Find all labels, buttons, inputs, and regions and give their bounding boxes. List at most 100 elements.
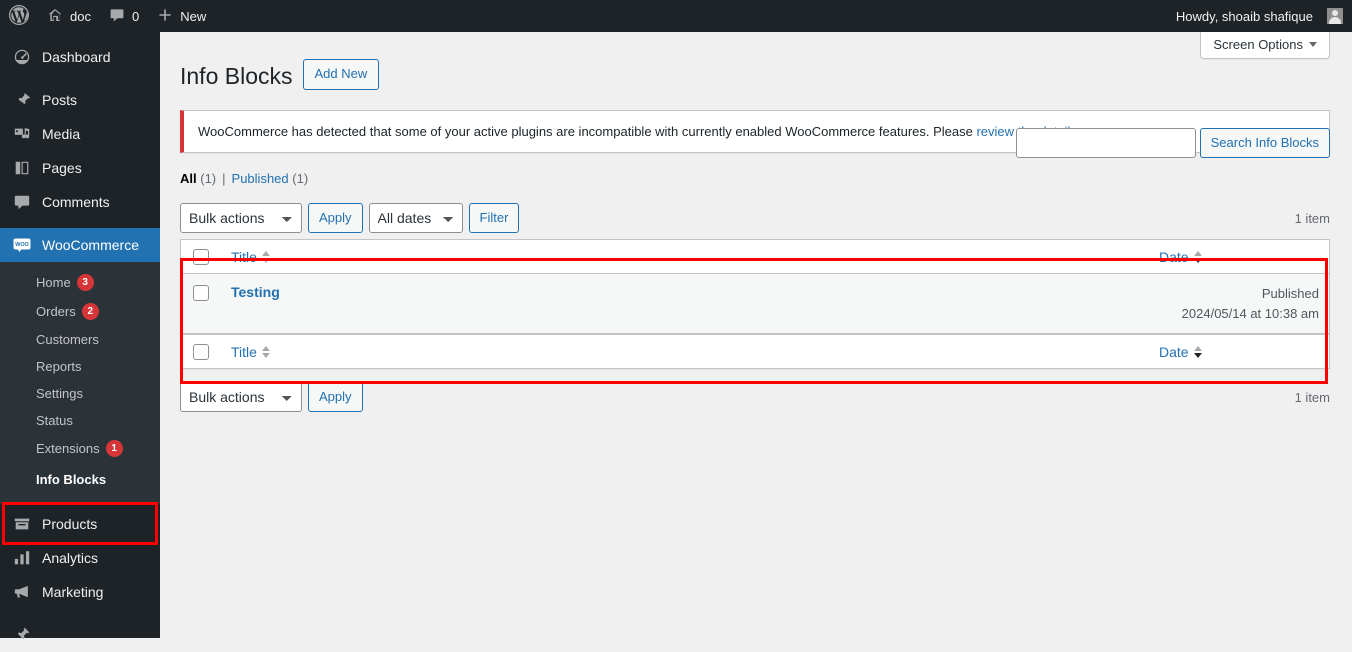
arrow-up-icon (261, 250, 270, 256)
sidebar-item-label: Media (42, 126, 81, 142)
orders-badge-count: 2 (81, 303, 99, 320)
sidebar-item-products[interactable]: Products (0, 507, 160, 541)
page-title: Info Blocks (180, 63, 293, 89)
page-wrap: Info Blocks Add New WooCommerce has dete… (160, 32, 1352, 413)
wordpress-logo-menu[interactable] (0, 0, 38, 32)
sidebar-item-dashboard[interactable]: Dashboard (0, 40, 160, 74)
screen-options-button[interactable]: Screen Options (1200, 32, 1330, 59)
my-account-menu[interactable]: Howdy, shoaib shafique (1167, 0, 1352, 32)
site-name-label: doc (70, 8, 91, 24)
howdy-label: Howdy, shoaib shafique (1175, 8, 1313, 24)
sidebar-subitem-reports[interactable]: Reports (0, 353, 160, 380)
sort-by-title-top[interactable]: Title (231, 249, 270, 265)
row-checkbox[interactable] (193, 285, 209, 302)
sidebar-item-woocommerce[interactable]: WOO WooCommerce (0, 228, 168, 262)
sort-arrows-icon (261, 345, 270, 358)
filter-all-link[interactable]: All (180, 171, 197, 186)
sidebar-item-pages[interactable]: Pages (0, 151, 160, 185)
title-column-label: Title (231, 343, 257, 360)
submenu-label: Customers (36, 332, 99, 347)
admin-sidebar-menu: Dashboard Posts Media Pages Comments WOO… (0, 32, 168, 640)
date-column-label: Date (1159, 248, 1189, 265)
dashboard-icon (12, 48, 32, 66)
submenu-label: Reports (36, 359, 82, 374)
sidebar-item-comments[interactable]: Comments (0, 185, 160, 219)
main-content-area: Screen Options Info Blocks Add New WooCo… (160, 32, 1352, 638)
screen-meta-links: Screen Options (1200, 32, 1330, 59)
bulk-actions-select-bottom[interactable]: Bulk actions (180, 382, 302, 413)
sidebar-subitem-orders[interactable]: Orders 2 (0, 297, 160, 326)
select-all-header (181, 240, 221, 275)
submenu-label: Extensions (36, 441, 100, 456)
add-new-button[interactable]: Add New (302, 59, 380, 90)
search-input[interactable] (1015, 128, 1196, 158)
search-submit-button[interactable]: Search Info Blocks (1199, 128, 1330, 158)
date-column-label: Date (1159, 343, 1189, 360)
admin-bar: doc 0 New Howdy, shoaib shafique (0, 0, 1352, 32)
extensions-badge-count: 1 (105, 440, 123, 457)
comments-menu[interactable]: 0 (100, 0, 148, 32)
submenu-label: Status (36, 413, 73, 428)
apply-button-bottom[interactable]: Apply (308, 382, 363, 413)
bulk-actions-select-top[interactable]: Bulk actions (180, 203, 302, 234)
sidebar-item-label: Comments (42, 194, 110, 210)
sort-by-date-bottom[interactable]: Date (1159, 344, 1202, 360)
sidebar-subitem-customers[interactable]: Customers (0, 326, 160, 353)
row-status-label: Published (1261, 286, 1319, 302)
screen-options-label: Screen Options (1213, 37, 1303, 52)
select-all-checkbox-top[interactable] (193, 249, 209, 266)
sidebar-item-label: Products (42, 516, 98, 532)
woocommerce-submenu: Home 3 Orders 2 Customers Reports Settin… (0, 262, 160, 504)
table-head: Title Date (181, 240, 1329, 275)
filter-published[interactable]: Published (1) (232, 166, 309, 192)
filter-button[interactable]: Filter (468, 203, 520, 234)
sort-by-title-bottom[interactable]: Title (231, 344, 270, 360)
media-icon (12, 125, 32, 143)
chevron-down-icon (1309, 42, 1317, 47)
sidebar-subitem-extensions[interactable]: Extensions 1 (0, 434, 160, 463)
select-all-footer (181, 334, 221, 369)
analytics-bars-icon (12, 549, 32, 567)
sidebar-subitem-info-blocks[interactable]: Info Blocks (0, 463, 160, 496)
date-filter-select[interactable]: All dates (368, 203, 463, 234)
user-avatar-icon (1327, 8, 1343, 24)
apply-button-top[interactable]: Apply (308, 203, 363, 234)
sort-by-date-top[interactable]: Date (1159, 249, 1202, 265)
sidebar-subitem-home[interactable]: Home 3 (0, 268, 160, 297)
new-content-menu[interactable]: New (148, 0, 215, 32)
arrow-up-icon (261, 345, 270, 351)
select-all-checkbox-bottom[interactable] (193, 344, 209, 361)
menu-separator (0, 609, 160, 618)
table-body: Testing Published 2024/05/14 at 10:38 am (181, 274, 1329, 335)
filter-published-link[interactable]: Published (232, 171, 289, 186)
menu-separator (0, 219, 160, 228)
arrow-up-icon (1193, 250, 1202, 256)
sidebar-item-marketing[interactable]: Marketing (0, 575, 160, 609)
displaying-num-bottom: 1 item (1294, 389, 1330, 405)
date-column-header: Date (1149, 240, 1329, 275)
arrow-down-icon (261, 352, 270, 358)
sidebar-subitem-settings[interactable]: Settings (0, 380, 160, 407)
info-blocks-table: Title Date Testing Published 2024/05/14 … (180, 239, 1330, 370)
sidebar-item-partial[interactable] (0, 618, 160, 652)
svg-text:WOO: WOO (15, 242, 28, 248)
title-column-label: Title (231, 248, 257, 265)
tablenav-bottom: Bulk actions Apply 1 item (180, 382, 1330, 413)
arrow-up-icon (1193, 345, 1202, 351)
arrow-down-icon (1193, 257, 1202, 263)
menu-separator (0, 74, 160, 83)
sidebar-item-posts[interactable]: Posts (0, 83, 160, 117)
displaying-num-top: 1 item (1294, 210, 1330, 226)
sidebar-item-label: Posts (42, 92, 78, 108)
site-name-menu[interactable]: doc (38, 0, 100, 32)
home-icon (47, 7, 63, 26)
filter-all[interactable]: All (1) (180, 166, 216, 192)
pages-icon (12, 159, 32, 177)
sidebar-subitem-status[interactable]: Status (0, 407, 160, 434)
sidebar-item-media[interactable]: Media (0, 117, 160, 151)
sidebar-item-label: Analytics (42, 550, 99, 566)
sidebar-item-analytics[interactable]: Analytics (0, 541, 160, 575)
row-title-link[interactable]: Testing (231, 284, 280, 300)
status-filter-links: All (1) | Published (1) (180, 166, 1330, 192)
filter-separator: | (222, 171, 226, 187)
